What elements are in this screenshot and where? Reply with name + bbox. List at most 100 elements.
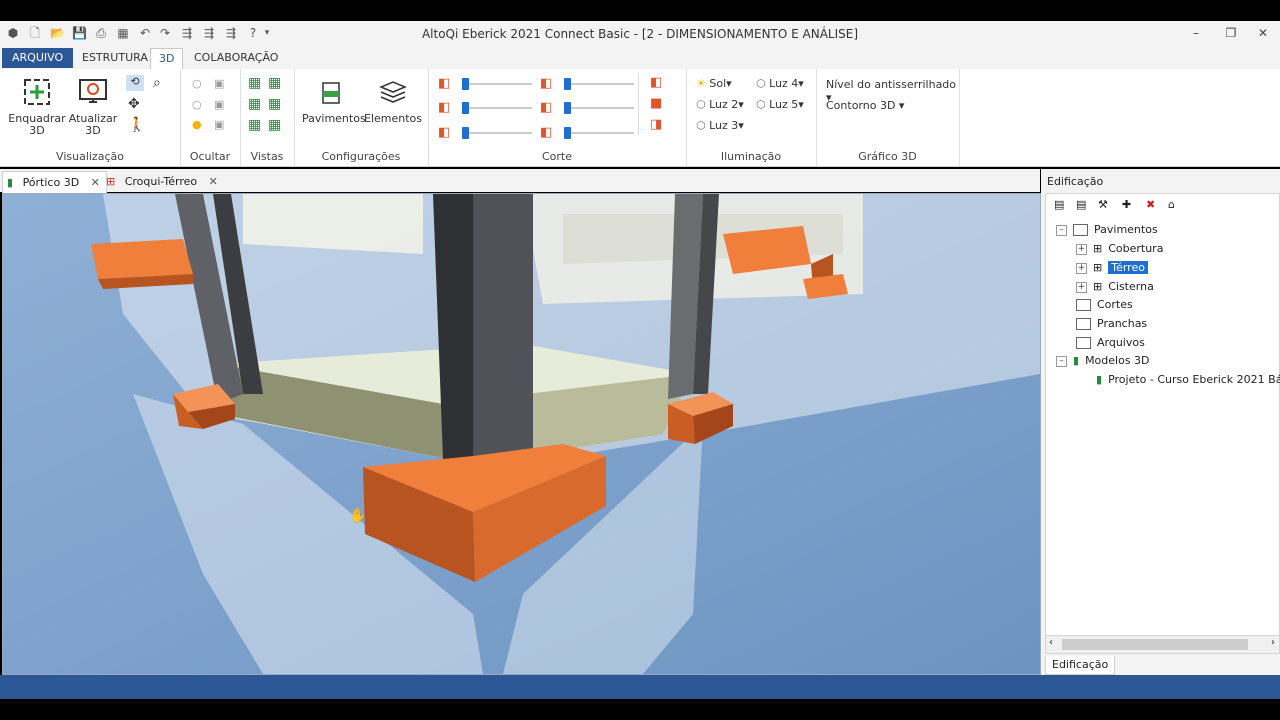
bulb-off-icon[interactable]: ○ xyxy=(192,77,202,90)
contorno-label: Contorno 3D xyxy=(826,99,896,112)
tab-colaboracao[interactable]: COLABORAÇÃO xyxy=(186,48,286,68)
pan-icon[interactable]: ✥ xyxy=(128,96,140,112)
contorno-dropdown[interactable]: Contorno 3D ▾ xyxy=(826,99,904,112)
cut-y-slider[interactable] xyxy=(462,102,532,114)
tab-3d[interactable]: 3D xyxy=(150,48,184,70)
restore-button[interactable]: ❐ xyxy=(1219,24,1243,42)
tree-view-icon[interactable]: ▤ xyxy=(1054,198,1070,214)
luz5-button[interactable]: ⬡ Luz 5▾ xyxy=(756,98,804,111)
expand-icon[interactable]: + xyxy=(1076,243,1087,255)
croqui-icon: ⊞ xyxy=(106,175,116,188)
close-button[interactable]: ✕ xyxy=(1251,24,1275,42)
delete-icon[interactable]: ✖ xyxy=(1146,198,1162,214)
tree-label-selected: Térreo xyxy=(1108,261,1148,274)
view-left-icon[interactable]: ▦ xyxy=(248,96,261,112)
cut-z-icon[interactable]: ◧ xyxy=(438,125,450,140)
tab-edificacao-bottom[interactable]: Edificação xyxy=(1045,656,1116,675)
view-right-icon[interactable]: ▦ xyxy=(268,96,281,112)
antisserrilhado-label: Nível do antisserrilhado xyxy=(826,78,957,91)
tree-node-cortes[interactable]: Cortes xyxy=(1076,296,1133,313)
collapse-icon[interactable]: – xyxy=(1056,224,1067,236)
floors-icon xyxy=(322,82,340,104)
tree-view: – Pavimentos + ⊞ Cobertura + ⊞ Térreo + ⊞ Ciste… xyxy=(1045,218,1280,653)
bulb-on-icon[interactable]: ● xyxy=(192,118,202,131)
tab-croqui-terreo[interactable]: ⊞ Croqui-Térreo ✕ xyxy=(100,171,224,192)
refresh-monitor-icon xyxy=(79,79,107,103)
document-tabs: ▮ Pórtico 3D ✕ ⊞ Croqui-Térreo ✕ xyxy=(0,169,1040,193)
tree-node-modelos3d[interactable]: – ▮ Modelos 3D xyxy=(1056,352,1150,369)
tree-edit-icon[interactable]: ▤ xyxy=(1076,198,1092,214)
window-title: AltoQi Eberick 2021 Connect Basic - [2 -… xyxy=(421,27,859,41)
view-bottom-icon[interactable]: ▦ xyxy=(268,117,281,133)
view-top-icon[interactable]: ▦ xyxy=(248,117,261,133)
cut-z2-slider[interactable] xyxy=(564,127,634,139)
scroll-right-icon[interactable]: › xyxy=(1271,637,1275,648)
scroll-thumb[interactable] xyxy=(1062,639,1248,650)
add-icon[interactable]: ✚ xyxy=(1122,198,1138,214)
tree-node-pavimentos[interactable]: – Pavimentos xyxy=(1056,221,1158,238)
tree-node-arquivos[interactable]: Arquivos xyxy=(1076,334,1145,351)
corte-separator xyxy=(638,73,639,135)
walk-icon[interactable]: 🚶 xyxy=(128,117,145,133)
scroll-left-icon[interactable]: ‹ xyxy=(1049,637,1053,648)
collapse-icon[interactable]: – xyxy=(1056,355,1067,367)
cut-x2-slider[interactable] xyxy=(564,78,634,90)
tools-icon[interactable]: ⚒ xyxy=(1098,198,1114,214)
cut-box-half-icon[interactable]: ◨ xyxy=(650,117,662,132)
cut-x-icon[interactable]: ◧ xyxy=(438,76,450,91)
luz3-button[interactable]: ⬡ Luz 3▾ xyxy=(696,119,744,132)
cut-z-slider[interactable] xyxy=(462,127,532,139)
elementos-button[interactable]: Elementos xyxy=(364,77,422,125)
tab-arquivo[interactable]: ARQUIVO xyxy=(2,48,74,68)
tree-node-terreo[interactable]: + ⊞ Térreo xyxy=(1076,259,1148,276)
viewport-3d[interactable]: ✋ xyxy=(2,193,1041,675)
orbit-icon[interactable]: ⟲ xyxy=(126,75,144,91)
sol-button[interactable]: ☀ Sol▾ xyxy=(696,77,732,90)
cut-box-icon[interactable]: ◧ xyxy=(650,75,662,90)
building-icon[interactable]: ⌂ xyxy=(1168,198,1184,214)
group-iluminacao: ☀ Sol▾ ⬡ Luz 2▾ ⬡ Luz 3▾ ⬡ Luz 4▾ ⬡ Luz … xyxy=(686,69,817,166)
cut-x2-icon[interactable]: ◧ xyxy=(540,76,552,91)
luz2-button[interactable]: ⬡ Luz 2▾ xyxy=(696,98,744,111)
tab-estrutura[interactable]: ESTRUTURA xyxy=(74,48,156,68)
group-label-iluminacao: Iluminação xyxy=(720,150,782,163)
tree-node-pranchas[interactable]: Pranchas xyxy=(1076,315,1147,332)
cut-x-slider[interactable] xyxy=(462,78,532,90)
cut-y2-slider[interactable] xyxy=(564,102,634,114)
element-hide-icon[interactable]: ▣ xyxy=(214,77,224,90)
zoom-icon[interactable]: ⌕ xyxy=(153,75,161,91)
panel-title: Edificação xyxy=(1047,175,1104,188)
view-back-icon[interactable]: ▦ xyxy=(268,75,281,91)
cut-z2-icon[interactable]: ◧ xyxy=(540,125,552,140)
close-icon[interactable]: ✕ xyxy=(209,175,218,188)
minimize-button[interactable]: – xyxy=(1184,24,1208,42)
cut-y-icon[interactable]: ◧ xyxy=(438,100,450,115)
bulb-off-icon-2[interactable]: ○ xyxy=(192,98,202,111)
expand-icon[interactable]: + xyxy=(1076,281,1087,293)
horizontal-scrollbar[interactable]: ‹ › xyxy=(1045,635,1280,654)
luz2-label: Luz 2 xyxy=(709,98,739,111)
tree-node-cobertura[interactable]: + ⊞ Cobertura xyxy=(1076,240,1163,257)
model3d-icon: ▮ xyxy=(1073,354,1080,367)
view-front-icon[interactable]: ▦ xyxy=(248,75,261,91)
frame-icon xyxy=(24,79,50,105)
luz4-button[interactable]: ⬡ Luz 4▾ xyxy=(756,77,804,90)
sol-label: Sol xyxy=(709,77,727,90)
element-hide-icon-2[interactable]: ▣ xyxy=(214,98,224,111)
bottom-black-bar xyxy=(0,699,1280,720)
folder-icon xyxy=(1073,224,1088,236)
expand-icon[interactable]: + xyxy=(1076,262,1087,274)
atualizar-3d-button[interactable]: Atualizar 3D xyxy=(68,77,118,137)
tab-portico-3d[interactable]: ▮ Pórtico 3D ✕ xyxy=(2,171,107,193)
cut-y2-icon[interactable]: ◧ xyxy=(540,100,552,115)
tree-node-projeto[interactable]: ▮ Projeto - Curso Eberick 2021 Bási xyxy=(1096,371,1280,388)
tree-label: Modelos 3D xyxy=(1085,354,1150,367)
cut-box-filled-icon[interactable]: ■ xyxy=(650,96,662,111)
svg-text:✋: ✋ xyxy=(349,507,366,524)
pavimentos-button[interactable]: Pavimentos xyxy=(302,77,366,125)
tree-label: Arquivos xyxy=(1097,336,1145,349)
close-icon[interactable]: ✕ xyxy=(91,176,100,189)
enquadrar-3d-button[interactable]: Enquadrar 3D xyxy=(8,77,66,137)
tree-node-cisterna[interactable]: + ⊞ Cisterna xyxy=(1076,278,1154,295)
element-hide-icon-3[interactable]: ▣ xyxy=(214,118,224,131)
